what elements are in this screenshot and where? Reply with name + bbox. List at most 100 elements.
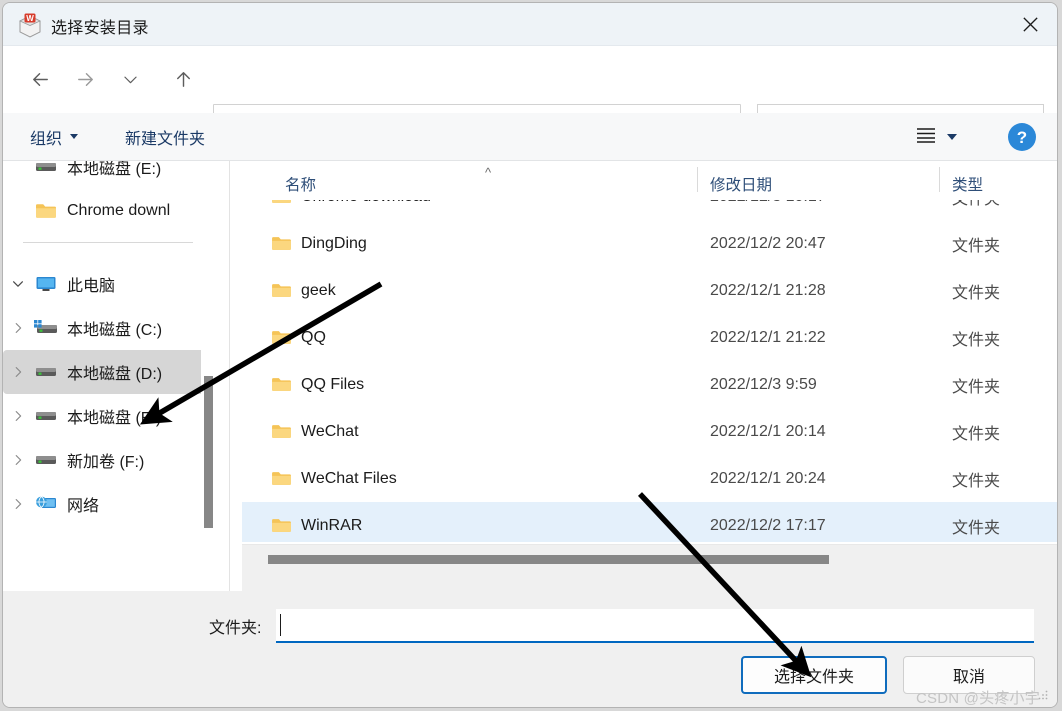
cancel-button[interactable]: 取消: [903, 656, 1035, 694]
sidebar-item-network[interactable]: 网络: [3, 482, 215, 526]
hard-drive-icon: [33, 365, 59, 379]
file-name: WinRAR: [301, 516, 363, 534]
file-list-horizontal-scrollbar[interactable]: [242, 544, 1057, 591]
screenshot-root: W 选择安装目录 在 本地磁盘 (D:) 中搜索 组织 新建文件夹 ? 本地磁盘…: [0, 0, 1062, 711]
column-header-name[interactable]: 名称: [285, 173, 316, 195]
chevron-right-icon[interactable]: [3, 453, 33, 467]
folder-icon: [33, 202, 59, 220]
sidebar-item-local-disk-e[interactable]: 本地磁盘 (E:): [3, 394, 215, 438]
chevron-right-icon[interactable]: [3, 497, 33, 511]
table-row[interactable]: QQ Files 2022/12/3 9:59 文件夹: [242, 361, 1057, 408]
folder-icon: [272, 378, 291, 391]
file-type: 文件夹: [952, 331, 1001, 349]
arrow-right-icon[interactable]: [65, 59, 105, 99]
column-separator[interactable]: [697, 167, 698, 192]
table-row[interactable]: QQ 2022/12/1 21:22 文件夹: [242, 314, 1057, 361]
sidebar-item-label: 本地磁盘 (D:): [67, 366, 163, 383]
recent-locations-chevron-down-icon[interactable]: [110, 59, 150, 99]
file-list-rows-viewport: Chrome download 2022/12/3 10:17 文件夹 Ding…: [242, 199, 1057, 542]
sidebar-item-label: 新加卷 (F:): [67, 454, 145, 471]
wps-package-icon: W: [17, 12, 43, 38]
sidebar-item-new-volume-f[interactable]: 新加卷 (F:): [3, 438, 215, 482]
file-date: 2022/12/1 20:24: [710, 469, 826, 487]
new-folder-button[interactable]: 新建文件夹: [125, 113, 205, 160]
table-row[interactable]: WeChat Files 2022/12/1 20:24 文件夹: [242, 455, 1057, 502]
folder-icon: [272, 331, 291, 344]
file-date: 2022/12/2 17:17: [710, 516, 826, 534]
hard-drive-icon: [33, 409, 59, 423]
file-type: 文件夹: [952, 199, 1001, 208]
sort-ascending-icon: ^: [485, 165, 492, 180]
new-folder-label: 新建文件夹: [125, 130, 206, 148]
chevron-down-icon[interactable]: [3, 277, 33, 291]
command-bar: 组织 新建文件夹 ?: [3, 113, 1057, 161]
chevron-right-icon[interactable]: [3, 409, 33, 423]
folder-icon: [272, 237, 291, 250]
folder-icon: [272, 519, 291, 532]
table-row[interactable]: WeChat 2022/12/1 20:14 文件夹: [242, 408, 1057, 455]
column-header-type[interactable]: 类型: [952, 173, 983, 195]
sidebar-item-chrome-download[interactable]: Chrome downl: [3, 189, 215, 233]
sidebar-item-label: 网络: [67, 498, 100, 515]
file-type: 文件夹: [952, 472, 1001, 490]
window-title: 选择安装目录: [51, 20, 149, 37]
close-icon[interactable]: [1003, 3, 1057, 45]
chevron-down-icon: [947, 134, 957, 140]
file-type: 文件夹: [952, 425, 1001, 443]
file-name: QQ: [301, 328, 326, 346]
horizontal-scrollbar-thumb[interactable]: [268, 555, 829, 564]
windows-drive-icon: [33, 320, 59, 336]
sidebar-item-this-pc[interactable]: 此电脑: [3, 262, 215, 306]
sidebar-item-label: 此电脑: [67, 278, 116, 295]
svg-text:?: ?: [1017, 128, 1027, 147]
table-row[interactable]: WinRAR 2022/12/2 17:17 文件夹: [242, 502, 1057, 542]
organize-button[interactable]: 组织: [30, 113, 79, 160]
sidebar-scrollbar-thumb[interactable]: [204, 376, 213, 528]
column-separator[interactable]: [939, 167, 940, 192]
view-options-button[interactable]: [906, 122, 966, 152]
folder-name-input[interactable]: [276, 609, 1034, 640]
file-type: 文件夹: [952, 378, 1001, 396]
column-header-date-modified[interactable]: 修改日期: [710, 173, 772, 195]
navigation-pane: 本地磁盘 (E:) Chrome downl 此电脑 本地磁盘 (C:) 本地磁…: [3, 161, 215, 591]
table-row[interactable]: geek 2022/12/1 21:28 文件夹: [242, 267, 1057, 314]
arrow-up-icon[interactable]: [163, 59, 203, 99]
this-pc-icon: [33, 275, 59, 293]
organize-label: 组织: [30, 130, 63, 148]
sidebar-item-label: 本地磁盘 (C:): [67, 322, 163, 339]
text-caret: [280, 614, 281, 636]
navigation-tree: 本地磁盘 (E:) Chrome downl 此电脑 本地磁盘 (C:) 本地磁…: [3, 161, 215, 526]
help-circle-icon[interactable]: ?: [1007, 122, 1037, 152]
select-folder-button[interactable]: 选择文件夹: [741, 656, 887, 694]
sidebar-item-local-disk-c[interactable]: 本地磁盘 (C:): [3, 306, 215, 350]
table-row[interactable]: Chrome download 2022/12/3 10:17 文件夹: [242, 199, 1057, 220]
file-type: 文件夹: [952, 237, 1001, 255]
file-type: 文件夹: [952, 519, 1001, 537]
file-list-rows: Chrome download 2022/12/3 10:17 文件夹 Ding…: [242, 199, 1057, 542]
arrow-left-icon[interactable]: [20, 59, 60, 99]
sidebar-item-local-disk-e-top[interactable]: 本地磁盘 (E:): [3, 161, 215, 189]
folder-input-container[interactable]: [276, 609, 1034, 643]
sidebar-divider: [23, 242, 193, 243]
sidebar-item-label: 本地磁盘 (E:): [67, 410, 162, 427]
chevron-right-icon[interactable]: [3, 365, 33, 379]
table-row[interactable]: DingDing 2022/12/2 20:47 文件夹: [242, 220, 1057, 267]
folder-field-label: 文件夹:: [209, 620, 262, 637]
sidebar-item-local-disk-d[interactable]: 本地磁盘 (D:): [3, 350, 209, 394]
file-date: 2022/12/1 20:14: [710, 422, 826, 440]
folder-icon: [272, 425, 291, 438]
sidebar-scrollbar[interactable]: [201, 161, 215, 591]
file-list-pane: ^ 名称 修改日期 类型 Chrome downlo: [242, 161, 1057, 591]
sidebar-item-label: Chrome downl: [67, 202, 171, 219]
pane-splitter[interactable]: [229, 161, 230, 591]
file-date: 2022/12/1 21:28: [710, 281, 826, 299]
file-name: WeChat Files: [301, 469, 397, 487]
file-name: DingDing: [301, 234, 367, 252]
hard-drive-icon: [33, 453, 59, 467]
list-view-icon: [915, 126, 937, 149]
svg-text:W: W: [26, 14, 34, 23]
chevron-right-icon[interactable]: [3, 321, 33, 335]
sidebar-item-label: 本地磁盘 (E:): [67, 161, 162, 178]
file-dialog-window: W 选择安装目录 在 本地磁盘 (D:) 中搜索 组织 新建文件夹 ? 本地磁盘…: [2, 2, 1058, 708]
